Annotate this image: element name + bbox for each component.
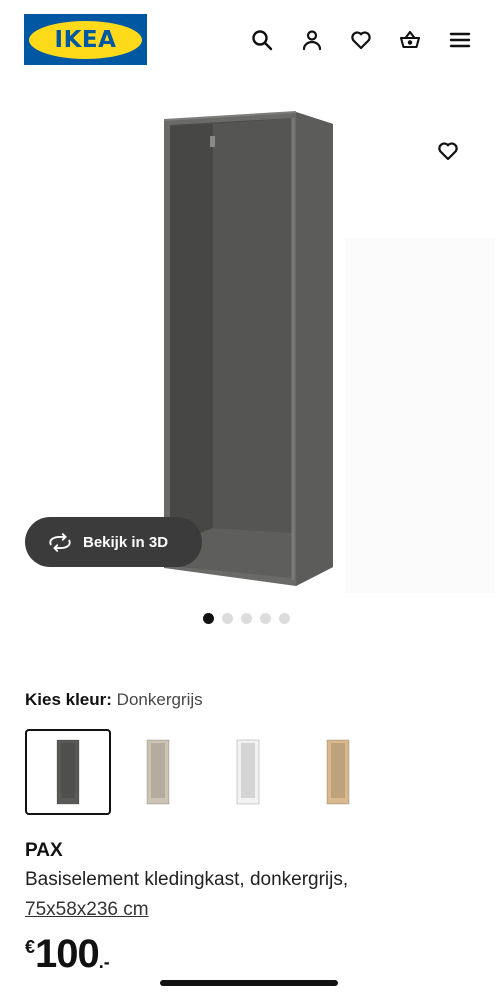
color-picker-label: Kies kleur: Donkergrijs <box>25 690 203 710</box>
carousel-dot[interactable] <box>279 613 290 624</box>
view-in-3d-button[interactable]: Bekijk in 3D <box>25 517 202 567</box>
product-dimensions-link[interactable]: 75x58x236 cm <box>25 899 149 921</box>
product-description: Basiselement kledingkast, donkergrijs, <box>25 869 349 890</box>
ikea-logo[interactable]: IKEA <box>24 14 147 65</box>
wardrobe-thumbnail <box>326 739 350 805</box>
selected-color: Donkergrijs <box>116 690 203 709</box>
carousel-dots <box>203 613 290 624</box>
rotate-3d-icon <box>47 532 73 552</box>
carousel-dot[interactable] <box>222 613 233 624</box>
logo-text: IKEA <box>54 26 117 53</box>
price-currency: € <box>25 937 36 957</box>
color-swatch-eikeneffect[interactable] <box>295 729 381 815</box>
carousel-dot[interactable] <box>241 613 252 624</box>
search-icon[interactable] <box>249 27 275 53</box>
color-swatch-wit[interactable] <box>205 729 291 815</box>
basket-icon[interactable] <box>397 27 423 53</box>
home-indicator <box>160 980 338 986</box>
carousel-dot[interactable] <box>260 613 271 624</box>
color-swatch-beige[interactable] <box>115 729 201 815</box>
product-price: € 100 .- <box>25 932 110 976</box>
color-swatches <box>25 729 385 815</box>
price-integer: 100 <box>35 932 100 976</box>
wardrobe-thumbnail <box>56 739 80 805</box>
color-swatch-donkergrijs[interactable] <box>25 729 111 815</box>
view-in-3d-label: Bekijk in 3D <box>83 533 169 551</box>
wardrobe-thumbnail <box>146 739 170 805</box>
carousel-dot[interactable] <box>203 613 214 624</box>
wardrobe-thumbnail <box>236 739 260 805</box>
product-brand: PAX <box>25 840 63 861</box>
logo-oval: IKEA <box>29 20 142 59</box>
favorites-icon[interactable] <box>348 27 374 53</box>
add-to-favorites-button[interactable] <box>434 137 462 165</box>
header: IKEA <box>0 0 498 80</box>
color-label-prefix: Kies kleur: <box>25 690 112 709</box>
menu-icon[interactable] <box>447 27 473 53</box>
account-icon[interactable] <box>299 27 325 53</box>
price-decimal: .- <box>98 952 110 972</box>
